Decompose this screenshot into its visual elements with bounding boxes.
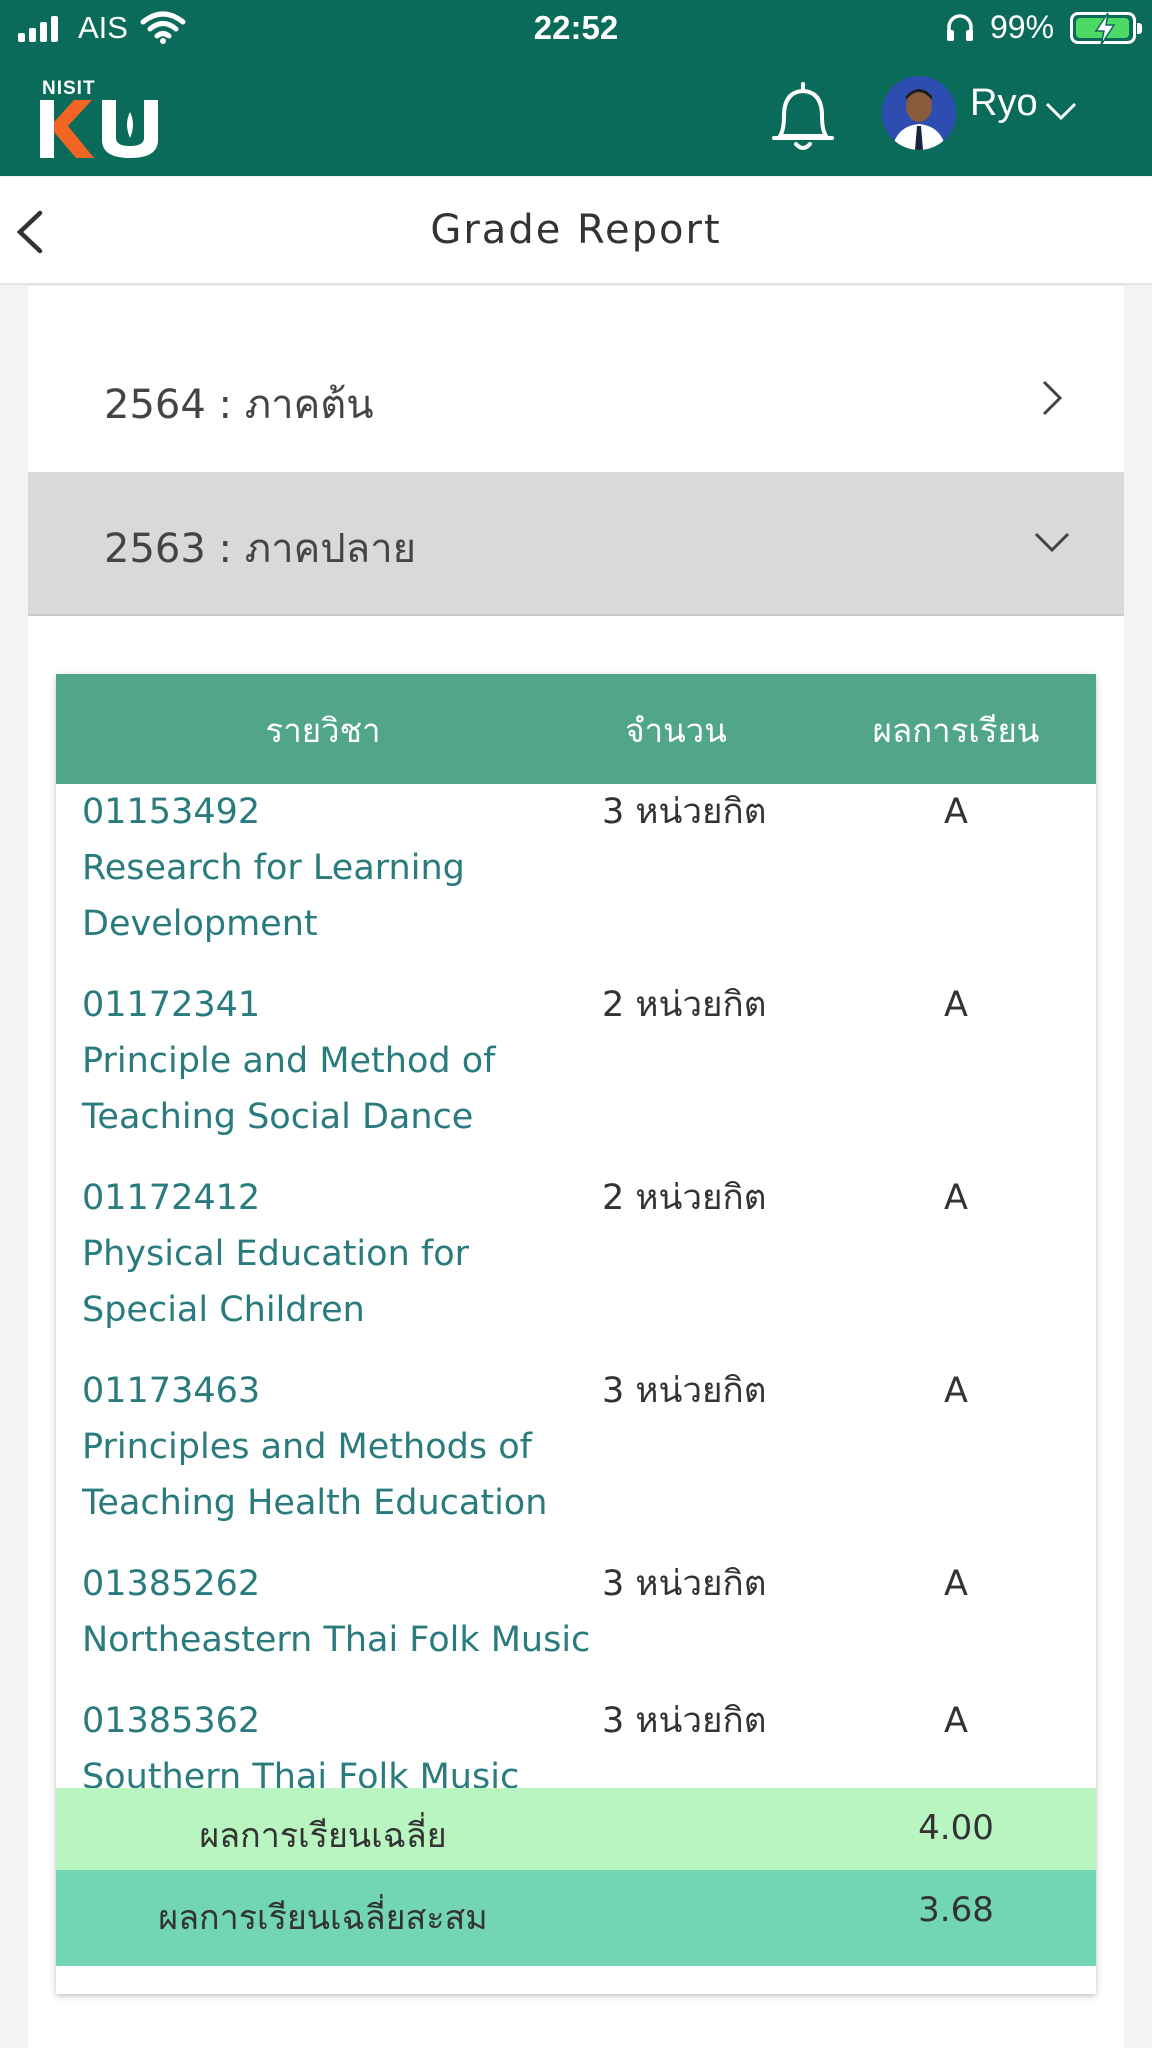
logo-nisit-text: NISIT: [42, 78, 96, 99]
user-name[interactable]: Ryo: [970, 82, 1038, 125]
cgpa-label: ผลการเรียนเฉลี่ยสะสม: [158, 1898, 488, 1938]
course-grade: A: [944, 1371, 968, 1411]
course-credits: 3 หน่วยกิต: [602, 792, 767, 832]
bell-icon[interactable]: [768, 78, 838, 156]
course-name: Physical Education for Special Children: [82, 1234, 469, 1330]
course-credits: 2 หน่วยกิต: [602, 1178, 767, 1218]
course-grade: A: [944, 792, 968, 832]
course-credits: 3 หน่วยกิต: [602, 1701, 767, 1741]
app-header: AIS 22:52 99% NISIT Ryo: [0, 0, 1152, 176]
course-grade: A: [944, 1178, 968, 1218]
column-header-grade: ผลการเรียน: [872, 711, 1040, 750]
battery-icon: [1070, 12, 1142, 46]
gpa-value: 4.00: [918, 1808, 994, 1848]
course-code: 01385262: [82, 1564, 261, 1604]
table-row: 01153492 Research for Learning Developme…: [56, 784, 1096, 976]
table-row: 01173463 Principles and Methods of Teach…: [56, 1363, 1096, 1555]
course-name: Northeastern Thai Folk Music: [82, 1620, 591, 1660]
table-row: 01172412 Physical Education for Special …: [56, 1170, 1096, 1362]
avatar[interactable]: [882, 76, 956, 150]
column-header-credits: จำนวน: [625, 711, 727, 750]
cumulative-gpa-row: ผลการเรียนเฉลี่ยสะสม 3.68: [56, 1870, 1096, 1966]
chevron-right-icon: [1042, 380, 1063, 416]
chevron-down-icon[interactable]: [1044, 100, 1078, 122]
course-name: Research for Learning Development: [82, 848, 465, 944]
course-code: 01172341: [82, 985, 261, 1025]
course-grade: A: [944, 985, 968, 1025]
course-credits: 3 หน่วยกิต: [602, 1564, 767, 1604]
chevron-down-icon: [1034, 532, 1070, 553]
table-row: 01385362 Southern Thai Folk Music 3 หน่ว…: [56, 1693, 1096, 1797]
course-code: 01172412: [82, 1178, 261, 1218]
logo-ku-mark: [40, 100, 158, 158]
course-grade: A: [944, 1701, 968, 1741]
course-code: 01173463: [82, 1371, 261, 1411]
ku-logo[interactable]: NISIT: [40, 78, 170, 160]
course-code: 01153492: [82, 792, 261, 832]
table-row: 01172341 Principle and Method of Teachin…: [56, 977, 1096, 1169]
course-name: Principles and Methods of Teaching Healt…: [82, 1427, 548, 1523]
course-name: Principle and Method of Teaching Social …: [82, 1041, 496, 1137]
course-credits: 3 หน่วยกิต: [602, 1371, 767, 1411]
clock: 22:52: [533, 9, 619, 46]
grade-table: รายวิชา จำนวน ผลการเรียน 01153492 Resear…: [56, 674, 1096, 1994]
status-bar: AIS 22:52 99%: [0, 0, 1152, 58]
semester-row-2564-1[interactable]: 2564 : ภาคต้น: [28, 328, 1124, 472]
title-bar: Grade Report: [0, 177, 1152, 285]
headphones-icon: [947, 14, 973, 41]
gpa-label: ผลการเรียนเฉลี่ย: [199, 1816, 447, 1856]
semester-gpa-row: ผลการเรียนเฉลี่ย 4.00: [56, 1788, 1096, 1870]
semester-label: 2564 : ภาคต้น: [104, 382, 374, 428]
semester-row-2563-2[interactable]: 2563 : ภาคปลาย: [28, 472, 1124, 616]
course-credits: 2 หน่วยกิต: [602, 985, 767, 1025]
battery-percent: 99%: [990, 9, 1055, 45]
column-header-course: รายวิชา: [265, 711, 381, 750]
cgpa-value: 3.68: [918, 1890, 994, 1930]
page-title: Grade Report: [430, 207, 722, 253]
table-header: รายวิชา จำนวน ผลการเรียน: [56, 674, 1096, 784]
grade-report-card: 2564 : ภาคต้น 2563 : ภาคปลาย รายวิชา จำน…: [28, 286, 1124, 2048]
course-grade: A: [944, 1564, 968, 1604]
semester-label: 2563 : ภาคปลาย: [104, 526, 417, 572]
table-row: 01385262 Northeastern Thai Folk Music 3 …: [56, 1556, 1096, 1692]
course-code: 01385362: [82, 1701, 261, 1741]
